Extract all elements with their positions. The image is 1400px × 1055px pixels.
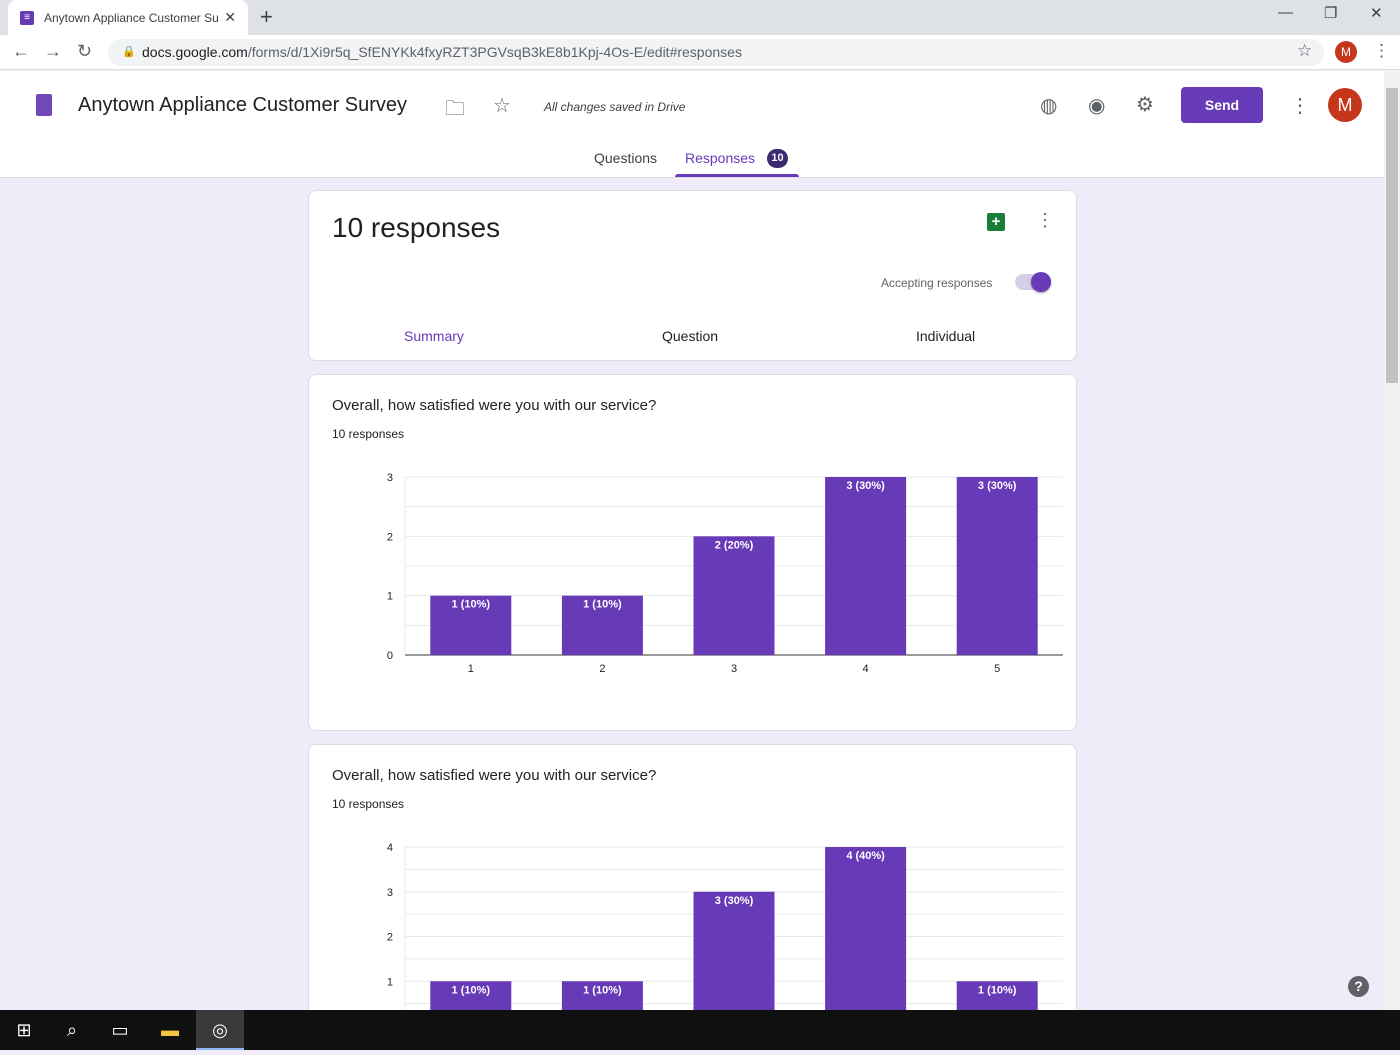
view-question[interactable]: Question xyxy=(662,328,718,344)
forward-icon[interactable]: → xyxy=(44,41,62,62)
save-status: All changes saved in Drive xyxy=(544,100,686,114)
bar xyxy=(956,477,1038,655)
task-view-icon[interactable]: ▭ xyxy=(96,1010,144,1050)
bar-data-label: 1 (10%) xyxy=(452,984,491,996)
y-tick-label: 1 xyxy=(387,976,393,988)
accepting-responses-toggle[interactable] xyxy=(1015,272,1051,292)
y-tick-label: 3 xyxy=(387,472,393,484)
url-host: docs.google.com xyxy=(142,44,248,60)
view-summary[interactable]: Summary xyxy=(404,328,464,344)
responses-count-badge: 10 xyxy=(767,149,788,168)
chrome-taskbar-icon[interactable]: ◎ xyxy=(196,1010,244,1050)
bar-data-label: 1 (10%) xyxy=(978,984,1017,996)
bar-data-label: 1 (10%) xyxy=(452,599,491,611)
search-icon[interactable]: ⌕ xyxy=(48,1010,96,1050)
accepting-responses-label: Accepting responses xyxy=(881,276,993,290)
bar xyxy=(825,847,907,1026)
active-tab-indicator xyxy=(675,174,799,177)
minimize-button[interactable]: — xyxy=(1278,4,1293,21)
y-tick-label: 0 xyxy=(387,650,393,662)
help-icon[interactable]: ? xyxy=(1348,976,1369,997)
url-input[interactable]: 🔒 docs.google.com/forms/d/1Xi9r5q_SfENYKk… xyxy=(108,39,1324,66)
question-title: Overall, how satisfied were you with our… xyxy=(332,397,657,414)
palette-icon[interactable]: ◍ xyxy=(1040,93,1057,118)
close-tab-icon[interactable]: ✕ xyxy=(224,9,236,26)
profile-avatar[interactable]: M xyxy=(1335,41,1357,63)
bar-data-label: 2 (20%) xyxy=(715,539,754,551)
bar-data-label: 1 (10%) xyxy=(583,984,622,996)
browser-menu-icon[interactable]: ⋮ xyxy=(1373,41,1390,61)
x-tick-label: 4 xyxy=(863,663,869,675)
url-path: /forms/d/1Xi9r5q_SfENYKk4fxyRZT3PGVsqB3k… xyxy=(247,44,742,60)
bar xyxy=(825,477,907,655)
bar xyxy=(693,891,775,1026)
bar-data-label: 1 (10%) xyxy=(583,599,622,611)
y-tick-label: 2 xyxy=(387,932,393,944)
question-response-count: 10 responses xyxy=(332,427,405,441)
x-tick-label: 2 xyxy=(599,663,605,675)
y-tick-label: 2 xyxy=(387,531,393,543)
y-tick-label: 3 xyxy=(387,887,393,899)
form-title[interactable]: Anytown Appliance Customer Survey xyxy=(78,94,407,117)
more-options-icon[interactable]: ⋮ xyxy=(1290,93,1310,118)
close-window-button[interactable]: ✕ xyxy=(1370,4,1383,22)
reload-icon[interactable]: ↻ xyxy=(77,41,92,62)
back-icon[interactable]: ← xyxy=(12,41,30,62)
x-tick-label: 1 xyxy=(468,663,474,675)
star-icon[interactable]: ☆ xyxy=(493,93,511,118)
settings-gear-icon[interactable]: ⚙ xyxy=(1136,92,1154,117)
y-tick-label: 4 xyxy=(387,842,393,854)
bar-data-label: 3 (30%) xyxy=(978,480,1017,492)
question-title: Overall, how satisfied were you with our… xyxy=(332,767,657,784)
new-tab-button[interactable]: + xyxy=(260,4,273,30)
account-avatar[interactable]: M xyxy=(1328,88,1362,122)
tab-questions[interactable]: Questions xyxy=(594,150,657,166)
start-windows-icon[interactable]: ⊞ xyxy=(0,1010,48,1050)
restore-button[interactable]: ❐ xyxy=(1324,4,1337,22)
tab-responses[interactable]: Responses xyxy=(685,150,755,166)
forms-logo-icon[interactable] xyxy=(36,94,52,116)
bar xyxy=(693,536,775,655)
lock-icon: 🔒 xyxy=(122,46,136,58)
folder-icon[interactable]: 🗀 xyxy=(445,94,465,128)
responses-heading: 10 responses xyxy=(332,212,501,243)
responses-more-icon[interactable]: ⋮ xyxy=(1036,210,1054,231)
send-button[interactable]: Send xyxy=(1181,87,1263,123)
tab-title: Anytown Appliance Customer Survey xyxy=(44,10,219,25)
browser-tab[interactable]: ≡ Anytown Appliance Customer Survey ✕ xyxy=(8,0,248,35)
bar-data-label: 3 (30%) xyxy=(846,480,885,492)
bar-chart-1: 0 1 2 3 1 (10%) 1 1 (10%) 2 2 (20%) 3 3 (30%) 4 3 (3… xyxy=(387,472,1063,675)
y-tick-label: 1 xyxy=(387,591,393,603)
bookmark-star-icon[interactable]: ☆ xyxy=(1297,41,1312,61)
view-individual[interactable]: Individual xyxy=(916,328,975,344)
x-tick-label: 5 xyxy=(994,663,1000,675)
scrollbar-thumb[interactable] xyxy=(1386,88,1398,383)
forms-favicon-icon: ≡ xyxy=(20,10,34,25)
file-explorer-icon[interactable]: ▬ xyxy=(146,1010,194,1050)
sheets-icon[interactable]: + xyxy=(987,213,1005,231)
x-tick-label: 3 xyxy=(731,663,737,675)
preview-eye-icon[interactable]: ◉ xyxy=(1088,93,1105,118)
bar-data-label: 4 (40%) xyxy=(846,850,885,862)
bar-data-label: 3 (30%) xyxy=(715,895,754,907)
question-response-count: 10 responses xyxy=(332,797,405,811)
